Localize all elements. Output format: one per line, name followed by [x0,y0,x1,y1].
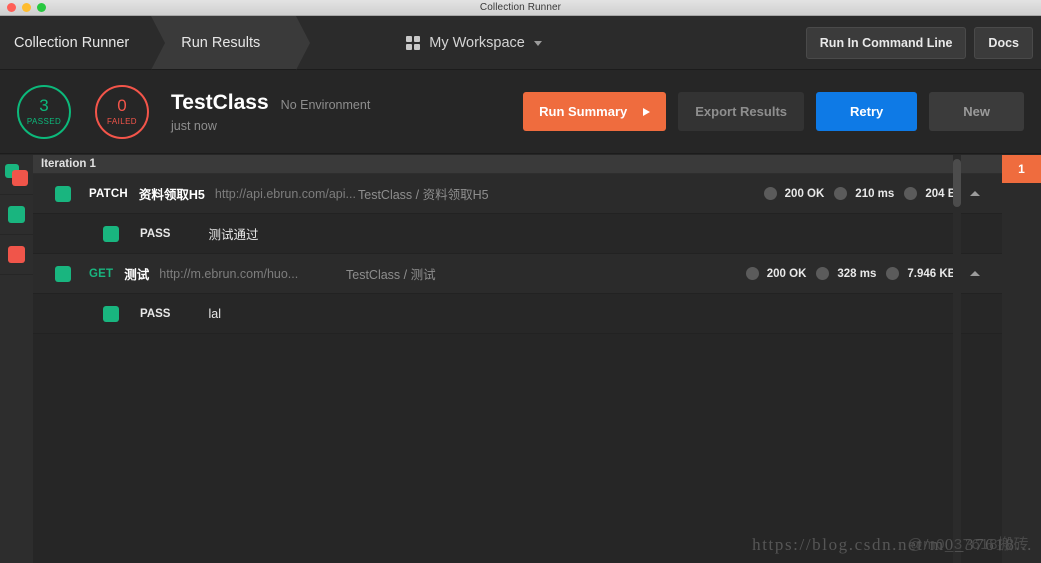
test-name: 测试通过 [208,228,259,242]
failed-label: FAILED [107,117,137,126]
summary-actions: Run Summary Export Results Retry New [523,92,1024,131]
results-rail [0,155,33,563]
scrollbar-track [953,155,961,563]
run-summary-bar: 3 PASSED 0 FAILED TestClass No Environme… [0,70,1041,154]
response-status: 200 OK [766,267,807,280]
rail-item-passed[interactable] [0,195,33,235]
run-info: TestClass No Environment just now [171,91,370,133]
bullet-icon [763,187,777,200]
breadcrumb-item-run-results[interactable]: Run Results [151,16,311,70]
bullet-icon [816,267,830,280]
request-metrics: 200 OK 210 ms 204 B [763,187,956,200]
bullet-icon [886,267,900,280]
green-square-icon [8,206,25,223]
chevron-up-icon[interactable] [970,191,980,196]
test-name: lal [208,306,221,321]
window-title: Collection Runner [479,2,562,13]
time-metric: 328 ms [816,267,876,280]
request-method: PATCH [89,187,128,200]
bullet-icon [834,187,848,200]
collection-runner-window: Collection Runner Collection Runner Run … [0,0,1041,563]
export-results-button[interactable]: Export Results [678,92,805,131]
grid-icon [406,35,421,50]
run-in-command-line-button[interactable]: Run In Command Line [805,26,967,59]
passed-count: 3 [39,96,49,115]
response-status: 200 OK [784,187,825,200]
new-button[interactable]: New [929,92,1024,131]
test-status: PASS [140,307,171,320]
top-navigation-bar: Collection Runner Run Results My Workspa… [0,16,1041,70]
table-row[interactable]: GET 测试 http://m.ebrun.com/huo... TestCla… [33,254,1002,294]
request-url: http://api.ebrun.com/api... [214,186,356,201]
request-metrics: 200 OK 328 ms 7.946 KB [745,267,956,280]
request-path: TestClass / 资料领取H5 [358,188,489,202]
rail-item-collection[interactable] [0,155,33,195]
table-row[interactable]: PATCH 资料领取H5 http://api.ebrun.com/api...… [33,174,1002,214]
request-url: http://m.ebrun.com/huo... [159,266,299,281]
iteration-tab-1[interactable]: 1 [1002,155,1041,183]
results-scrollbar[interactable] [951,155,963,563]
failed-stat: 0 FAILED [95,84,149,139]
response-time: 328 ms [837,267,877,280]
run-collection-name: TestClass [171,90,269,114]
chevron-up-icon[interactable] [970,271,980,276]
breadcrumb-item-collection-runner[interactable]: Collection Runner [0,16,166,70]
docs-button[interactable]: Docs [974,26,1033,59]
time-metric: 210 ms [834,187,894,200]
pass-square-icon [103,225,119,242]
request-name: 测试 [124,268,150,282]
breadcrumb: Collection Runner Run Results [0,16,311,70]
results-body: Iteration 1 PATCH 资料领取H5 http://api.ebru… [0,155,1041,563]
run-timestamp: just now [171,118,217,133]
play-triangle-icon [643,107,651,116]
workspace-selector[interactable]: My Workspace [406,35,542,51]
results-list: Iteration 1 PATCH 资料领取H5 http://api.ebru… [33,155,1002,563]
retry-button[interactable]: Retry [816,92,918,131]
workspace-label: My Workspace [429,34,525,51]
iteration-tab-strip: 1 [1002,155,1041,563]
status-square-icon [55,185,71,202]
pass-square-icon [103,305,119,322]
response-time: 210 ms [855,187,895,200]
failed-count: 0 [117,96,127,115]
status-metric: 200 OK [745,267,807,280]
request-name: 资料领取H5 [138,188,205,202]
test-status: PASS [140,227,171,240]
scrollbar-thumb[interactable] [953,159,961,207]
status-metric: 200 OK [763,187,825,200]
bullet-icon [745,267,759,280]
run-environment: No Environment [280,97,371,112]
rail-item-failed[interactable] [0,235,33,275]
window-titlebar: Collection Runner [0,0,1041,16]
red-square-icon [8,246,25,263]
topbar-actions: Run In Command Line Docs [805,26,1033,59]
list-item: PASS 测试通过 [33,214,1002,254]
run-summary-button[interactable]: Run Summary [523,92,667,131]
iteration-header: Iteration 1 [33,155,1002,174]
status-square-icon [55,265,71,282]
response-size: 7.946 KB [907,267,956,280]
bullet-icon [904,187,918,200]
size-metric: 7.946 KB [886,267,956,280]
breadcrumb-label: Collection Runner [14,34,130,51]
size-metric: 204 B [904,187,956,200]
request-method: GET [89,267,114,280]
run-summary-label: Run Summary [539,104,628,119]
passed-label: PASSED [26,117,62,126]
request-path: TestClass / 测试 [346,268,436,282]
chevron-down-icon [533,41,542,46]
breadcrumb-label: Run Results [181,34,261,51]
passed-stat: 3 PASSED [17,84,71,139]
collection-icon [4,163,29,186]
list-item: PASS lal [33,294,1002,334]
